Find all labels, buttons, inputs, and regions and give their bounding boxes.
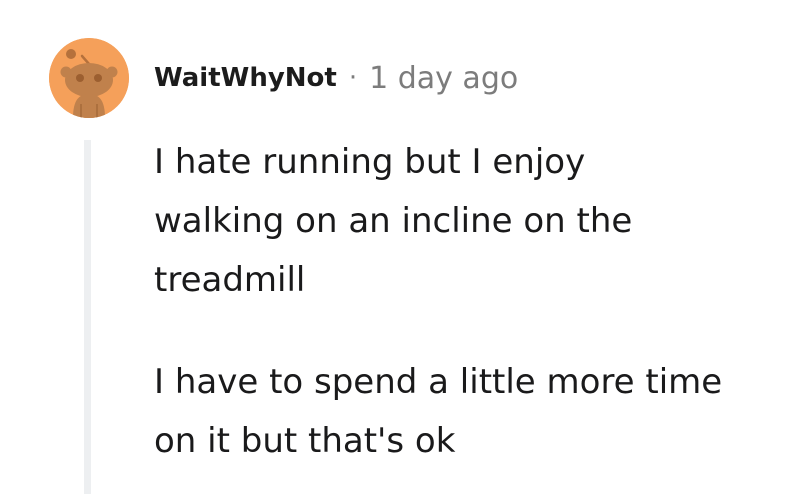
comment-paragraph: I hate running but I enjoy walking on an… — [154, 142, 633, 300]
comment: WaitWhyNot · 1 day ago I hate running bu… — [0, 0, 800, 494]
meta-separator: · — [348, 63, 358, 93]
thread-collapse-line[interactable] — [84, 140, 91, 494]
user-avatar[interactable] — [49, 38, 129, 118]
username-link[interactable]: WaitWhyNot — [154, 63, 337, 93]
comment-body: I hate running but I enjoy walking on an… — [154, 133, 794, 471]
comment-paragraph: I have to spend a little more time on it… — [154, 362, 723, 461]
comment-timestamp[interactable]: 1 day ago — [369, 61, 518, 96]
snoo-avatar-icon — [49, 38, 129, 118]
comment-header: WaitWhyNot · 1 day ago — [154, 56, 518, 100]
